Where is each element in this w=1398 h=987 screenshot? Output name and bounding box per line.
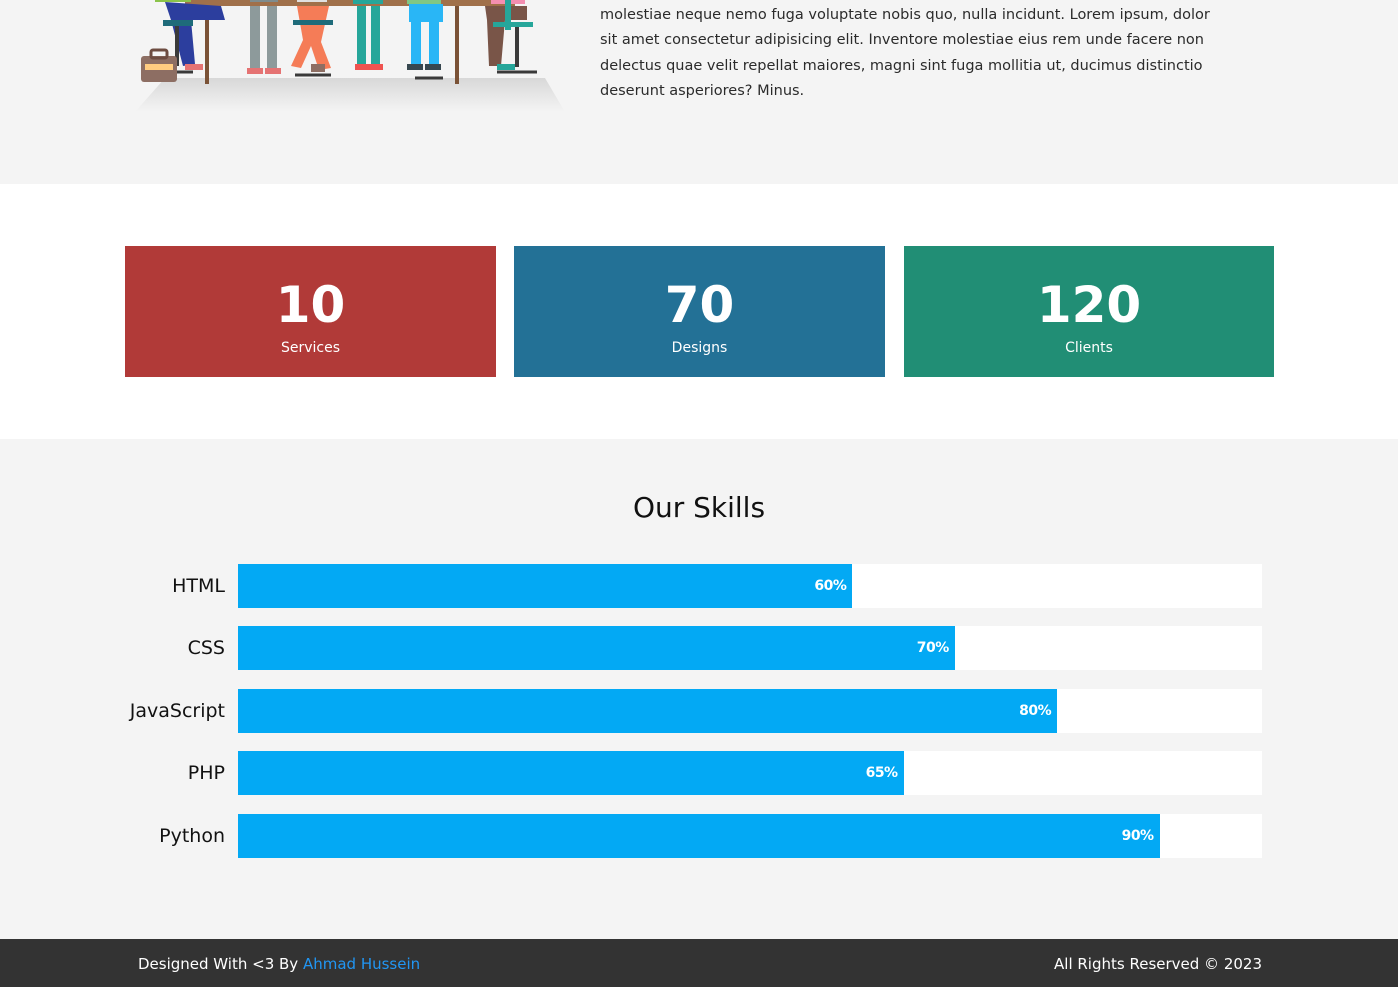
stats-section: 10 Services 70 Designs 120 Clients <box>0 184 1398 439</box>
skill-row-php: PHP 65% <box>0 751 1398 795</box>
stat-box-designs: 70 Designs <box>514 246 885 377</box>
footer: Designed With <3 By Ahmad Hussein All Ri… <box>0 939 1398 987</box>
footer-credit-text: Designed With <3 By <box>138 955 303 973</box>
stat-number: 10 <box>275 276 346 334</box>
stat-label: Clients <box>1065 340 1113 356</box>
skill-track: 70% <box>238 626 1262 670</box>
skill-track: 65% <box>238 751 1262 795</box>
about-paragraph: molestiae neque nemo fuga voluptate nobi… <box>600 7 1210 100</box>
skill-percent: 80% <box>1019 703 1052 719</box>
footer-copyright: All Rights Reserved © 2023 <box>1054 955 1262 973</box>
skill-percent: 70% <box>916 640 950 656</box>
skill-percent: 90% <box>1121 828 1155 844</box>
skill-row-css: CSS 70% <box>0 626 1398 670</box>
skill-row-javascript: JavaScript 80% <box>0 689 1398 733</box>
footer-credit: Designed With <3 By Ahmad Hussein <box>138 939 420 987</box>
stat-box-services: 10 Services <box>125 246 496 377</box>
skill-progress-bar: 65% <box>238 751 904 795</box>
skill-track: 80% <box>238 689 1262 733</box>
stat-label: Services <box>280 340 341 356</box>
skill-name: HTML <box>172 575 225 597</box>
skill-name: Python <box>159 825 225 847</box>
skill-row-html: HTML 60% <box>0 564 1398 608</box>
skill-progress-bar: 70% <box>238 626 955 670</box>
skill-track: 60% <box>238 564 1262 608</box>
team-meeting-illustration <box>135 0 565 112</box>
skills-title: Our Skills <box>632 491 766 524</box>
about-section: molestiae neque nemo fuga voluptate nobi… <box>0 0 1398 184</box>
skill-track: 90% <box>238 814 1262 858</box>
skills-section: Our Skills HTML 60% CSS 70% JavaScript 8… <box>0 439 1398 939</box>
skill-row-python: Python 90% <box>0 814 1398 858</box>
stat-box-clients: 120 Clients <box>904 246 1274 377</box>
skill-progress-bar: 80% <box>238 689 1058 733</box>
skill-progress-bar: 90% <box>238 814 1160 858</box>
stat-number: 70 <box>664 276 735 334</box>
stat-number: 120 <box>1036 276 1142 334</box>
skill-name: JavaScript <box>129 700 225 722</box>
stat-label: Designs <box>671 340 728 356</box>
skill-percent: 60% <box>814 578 847 594</box>
skill-name: PHP <box>187 762 225 784</box>
skill-progress-bar: 60% <box>238 564 853 608</box>
skill-name: CSS <box>187 637 225 659</box>
skill-percent: 65% <box>865 765 899 781</box>
author-link[interactable]: Ahmad Hussein <box>303 955 420 973</box>
